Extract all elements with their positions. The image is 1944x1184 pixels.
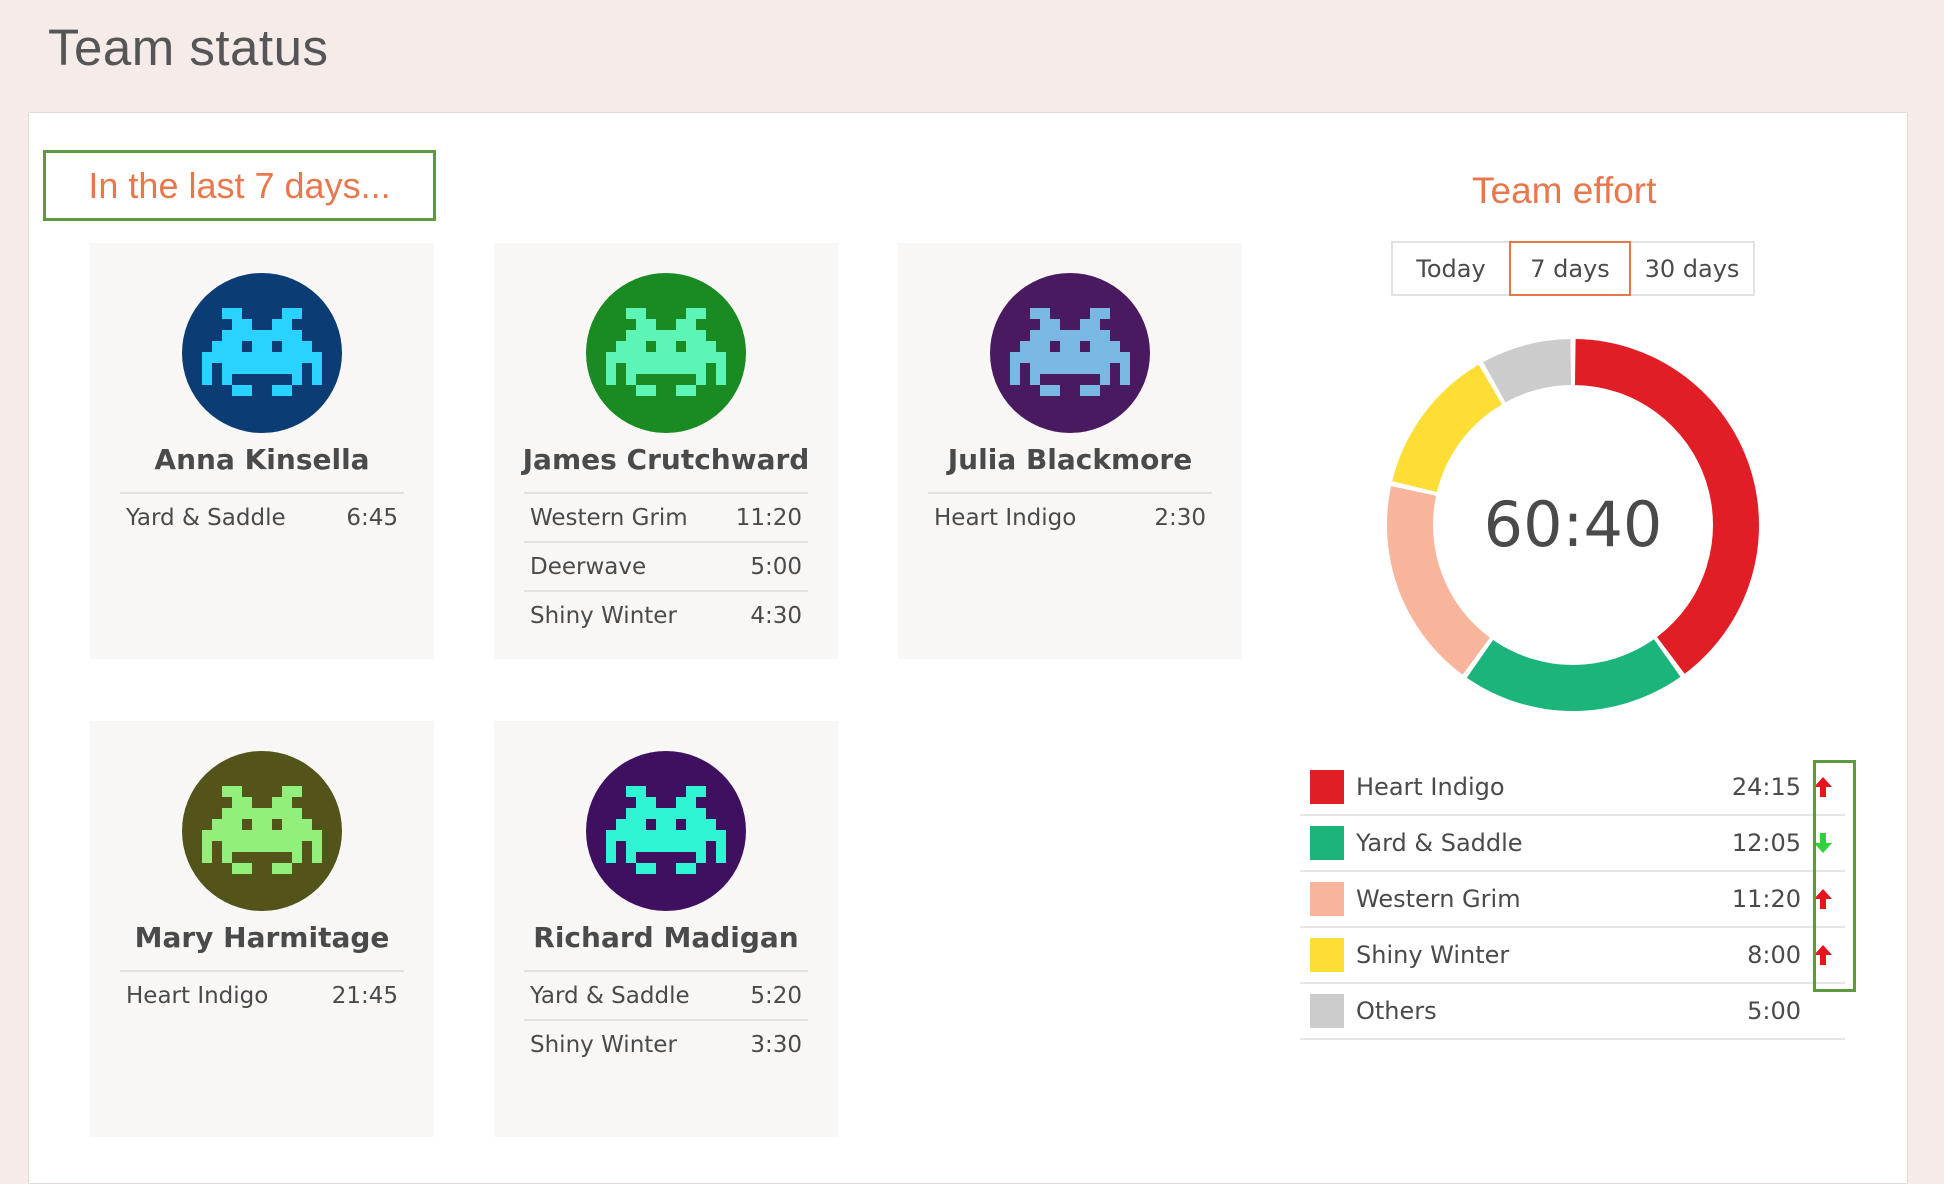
project-row: Shiny Winter 3:30 bbox=[524, 1021, 808, 1068]
legend-project-name: Shiny Winter bbox=[1356, 941, 1510, 969]
page-title: Team status bbox=[48, 19, 329, 76]
pixel-invader-avatar bbox=[606, 786, 726, 874]
legend-project-name: Yard & Saddle bbox=[1356, 829, 1523, 857]
project-list: Western Grim 11:20 Deerwave 5:00 Shiny Winte… bbox=[524, 492, 808, 639]
tab-7-days[interactable]: 7 days bbox=[1509, 241, 1631, 296]
pixel-invader-avatar bbox=[606, 308, 726, 396]
member-card: James Crutchward Western Grim 11:20 Deerwav… bbox=[494, 243, 838, 659]
legend-row: Western Grim 11:20 bbox=[1300, 872, 1845, 928]
team-effort-title: Team effort bbox=[1472, 170, 1657, 211]
trend-highlight-box bbox=[1813, 760, 1856, 992]
legend-time: 8:00 bbox=[1747, 941, 1801, 969]
legend-swatch bbox=[1310, 994, 1344, 1028]
project-name: Deerwave bbox=[530, 553, 647, 580]
project-name: Yard & Saddle bbox=[126, 504, 286, 531]
legend-time: 5:00 bbox=[1747, 997, 1801, 1025]
member-name: Julia Blackmore bbox=[947, 443, 1193, 476]
legend-row: Heart Indigo 24:15 bbox=[1300, 760, 1845, 816]
legend-row: Yard & Saddle 12:05 bbox=[1300, 816, 1845, 872]
project-list: Yard & Saddle 6:45 bbox=[120, 492, 404, 541]
project-time: 6:45 bbox=[346, 504, 398, 531]
project-time: 5:00 bbox=[750, 553, 802, 580]
legend-time: 11:20 bbox=[1731, 885, 1801, 913]
donut-slice-others bbox=[1483, 339, 1572, 403]
project-time: 21:45 bbox=[331, 982, 398, 1009]
project-row: Heart Indigo 2:30 bbox=[928, 494, 1212, 541]
pixel-invader-avatar bbox=[202, 308, 322, 396]
tab-30-days[interactable]: 30 days bbox=[1631, 243, 1753, 294]
donut-slice-yard-saddle bbox=[1466, 639, 1681, 711]
legend-project-name: Others bbox=[1356, 997, 1437, 1025]
member-card: Julia Blackmore Heart Indigo 2:30 bbox=[898, 243, 1242, 659]
member-card: Richard Madigan Yard & Saddle 5:20 Shiny Wi… bbox=[494, 721, 838, 1137]
legend-time: 12:05 bbox=[1731, 829, 1801, 857]
project-row: Shiny Winter 4:30 bbox=[524, 592, 808, 639]
range-tabs: Today 7 days 30 days bbox=[1391, 241, 1755, 296]
member-name: James Crutchward bbox=[522, 443, 810, 476]
pixel-invader-avatar bbox=[202, 786, 322, 874]
legend-swatch bbox=[1310, 882, 1344, 916]
project-row: Heart Indigo 21:45 bbox=[120, 972, 404, 1019]
member-name: Richard Madigan bbox=[533, 921, 799, 954]
avatar bbox=[990, 273, 1150, 433]
project-row: Deerwave 5:00 bbox=[524, 543, 808, 592]
period-heading: In the last 7 days... bbox=[43, 150, 436, 221]
project-list: Heart Indigo 21:45 bbox=[120, 970, 404, 1019]
legend-row: Others 5:00 bbox=[1300, 984, 1845, 1040]
legend-swatch bbox=[1310, 938, 1344, 972]
tab-today[interactable]: Today bbox=[1393, 243, 1509, 294]
donut-slice-shiny-winter bbox=[1392, 364, 1503, 492]
member-card: Anna Kinsella Yard & Saddle 6:45 bbox=[90, 243, 434, 659]
avatar bbox=[586, 273, 746, 433]
project-name: Yard & Saddle bbox=[530, 982, 690, 1009]
member-name: Mary Harmitage bbox=[134, 921, 390, 954]
project-name: Western Grim bbox=[530, 504, 688, 531]
legend-swatch bbox=[1310, 826, 1344, 860]
member-card: Mary Harmitage Heart Indigo 21:45 bbox=[90, 721, 434, 1137]
project-name: Shiny Winter bbox=[530, 602, 677, 629]
project-time: 4:30 bbox=[750, 602, 802, 629]
project-list: Yard & Saddle 5:20 Shiny Winter 3:30 bbox=[524, 970, 808, 1068]
legend-time: 24:15 bbox=[1731, 773, 1801, 801]
legend-project-name: Heart Indigo bbox=[1356, 773, 1505, 801]
project-row: Western Grim 11:20 bbox=[524, 494, 808, 543]
project-name: Heart Indigo bbox=[126, 982, 269, 1009]
project-name: Heart Indigo bbox=[934, 504, 1077, 531]
project-time: 2:30 bbox=[1154, 504, 1206, 531]
project-row: Yard & Saddle 6:45 bbox=[120, 494, 404, 541]
project-time: 5:20 bbox=[750, 982, 802, 1009]
project-list: Heart Indigo 2:30 bbox=[928, 492, 1212, 541]
project-time: 11:20 bbox=[735, 504, 802, 531]
donut-total-label: 60:40 bbox=[1483, 488, 1663, 561]
project-row: Yard & Saddle 5:20 bbox=[524, 972, 808, 1021]
legend-project-name: Western Grim bbox=[1356, 885, 1521, 913]
legend-row: Shiny Winter 8:00 bbox=[1300, 928, 1845, 984]
project-time: 3:30 bbox=[750, 1031, 802, 1058]
pixel-invader-avatar bbox=[1010, 308, 1130, 396]
project-name: Shiny Winter bbox=[530, 1031, 677, 1058]
effort-legend: Heart Indigo 24:15 Yard & Saddle 12:05 Weste… bbox=[1300, 760, 1845, 1040]
member-name: Anna Kinsella bbox=[154, 443, 370, 476]
avatar bbox=[182, 751, 342, 911]
legend-swatch bbox=[1310, 770, 1344, 804]
avatar bbox=[182, 273, 342, 433]
avatar bbox=[586, 751, 746, 911]
